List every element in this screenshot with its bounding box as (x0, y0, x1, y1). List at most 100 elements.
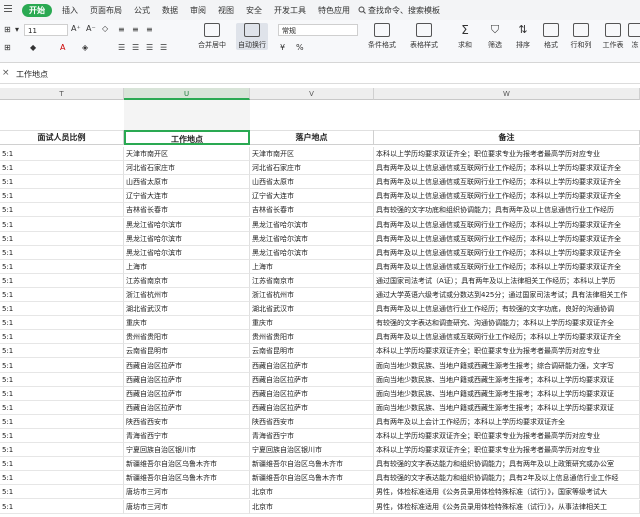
table-cell[interactable]: 5:1 (0, 175, 124, 190)
menu-tab-home[interactable]: 开始 (22, 3, 52, 17)
table-cell[interactable]: 具有较强的文字表达能力和组织协调能力；具有两年及以上政策研究或办公室 (374, 457, 640, 472)
wrap-text-button[interactable]: 自动换行 (236, 23, 268, 50)
table-cell[interactable]: 5:1 (0, 499, 124, 514)
distributed-align-icon[interactable]: ☰ (160, 43, 167, 52)
table-cell[interactable]: 5:1 (0, 273, 124, 288)
table-cell[interactable]: 本科以上学历均要求双证齐全；职位要求专业为报考者最高学历对应专业 (374, 147, 640, 161)
table-cell[interactable]: 青海省西宁市 (124, 429, 250, 443)
table-cell[interactable]: 吉林省长春市 (250, 203, 374, 218)
align-middle-icon[interactable]: ≡ (132, 25, 139, 34)
table-cell[interactable]: 西藏自治区拉萨市 (124, 386, 250, 401)
table-cell[interactable]: 黑龙江省哈尔滨市 (124, 217, 250, 232)
table-cell[interactable]: 面向当地少数民族、当地户籍或西藏生源考生报考；综合调研能力强，文字写 (374, 358, 640, 373)
borders-icon[interactable]: ⊞ (4, 25, 11, 34)
table-cell[interactable]: 5:1 (0, 400, 124, 415)
table-cell[interactable]: 黑龙江省哈尔滨市 (250, 245, 374, 260)
sort-button[interactable]: ⇅ 排序 (510, 23, 536, 50)
table-cell[interactable]: 具有两年及以上信息通信行业工作经历；有较强的文字功底，良好的沟通协调 (374, 302, 640, 317)
menu-tab-formulas[interactable]: 公式 (128, 5, 156, 16)
menu-tab-page-layout[interactable]: 页面布局 (84, 5, 128, 16)
menu-tab-features[interactable]: 特色应用 (312, 5, 356, 16)
header-registration-location[interactable]: 落户地点 (250, 130, 374, 145)
align-center-icon[interactable]: ☰ (132, 43, 139, 52)
header-remarks[interactable]: 备注 (374, 130, 640, 145)
table-cell[interactable]: 黑龙江省哈尔滨市 (124, 245, 250, 260)
table-cell[interactable]: 天津市南开区 (124, 147, 250, 161)
table-cell[interactable]: 男性，体检标准适用《公务员录用体检特殊标准（试行）》，从事法律相关工 (374, 499, 640, 514)
table-cell[interactable]: 西藏自治区拉萨市 (250, 372, 374, 387)
eraser-icon[interactable]: ◈ (82, 43, 88, 52)
table-cell[interactable]: 5:1 (0, 231, 124, 246)
table-cell[interactable]: 江苏省南京市 (124, 273, 250, 288)
menu-tab-insert[interactable]: 插入 (56, 5, 84, 16)
table-cell[interactable]: 本科以上学历均要求双证齐全；职位要求专业为报考者最高学历对应专业 (374, 429, 640, 443)
sum-button[interactable]: Σ 求和 (452, 23, 478, 50)
table-cell[interactable]: 5:1 (0, 471, 124, 486)
table-cell[interactable]: 新疆维吾尔自治区乌鲁木齐市 (124, 471, 250, 486)
table-cell[interactable]: 通过国家司法考试（A证）；具有两年及以上法律相关工作经历；本科以上学历 (374, 273, 640, 288)
filter-button[interactable]: ⛉ 筛选 (482, 23, 508, 50)
table-cell[interactable]: 唐坊市三河市 (124, 485, 250, 500)
table-cell[interactable]: 江苏省南京市 (250, 273, 374, 288)
row-column-button[interactable]: 行和列 (566, 23, 596, 50)
column-header-u[interactable]: U (124, 88, 250, 100)
table-cell[interactable]: 5:1 (0, 457, 124, 472)
increase-font-icon[interactable]: A⁺ (71, 24, 81, 33)
table-cell[interactable]: 陕西省西安市 (250, 414, 374, 429)
table-cell[interactable]: 湖北省武汉市 (250, 302, 374, 317)
decrease-font-icon[interactable]: A⁻ (86, 24, 96, 33)
table-cell[interactable]: 山西省太原市 (250, 175, 374, 190)
worksheet-button[interactable]: 工作表 (598, 23, 628, 50)
table-cell[interactable]: 具有两年及以上信息通信或互联网行业工作经历；本科以上学历均要求双证齐全 (374, 259, 640, 274)
menu-tab-security[interactable]: 安全 (240, 5, 268, 16)
table-cell[interactable]: 北京市 (250, 499, 374, 514)
formula-input[interactable]: 工作地点 (16, 69, 48, 80)
table-cell[interactable]: 具有两年及以上信息通信或互联网行业工作经历；本科以上学历均要求双证齐全 (374, 330, 640, 345)
align-left-icon[interactable]: ☰ (118, 43, 125, 52)
header-interview-ratio[interactable]: 面试人员比例 (0, 130, 124, 145)
table-cell[interactable]: 上海市 (250, 259, 374, 274)
fill-color-icon[interactable]: ◆ (30, 43, 36, 52)
table-cell[interactable]: 面向当地少数民族、当地户籍或西藏生源考生报考；本科以上学历均要求双证 (374, 372, 640, 387)
table-cell[interactable]: 5:1 (0, 316, 124, 331)
column-header-t[interactable]: T (0, 88, 124, 100)
table-cell[interactable]: 辽宁省大连市 (124, 189, 250, 204)
table-cell[interactable]: 具有两年及以上信息通信或互联网行业工作经历；本科以上学历均要求双证齐全 (374, 175, 640, 190)
table-cell[interactable]: 5:1 (0, 386, 124, 401)
align-top-icon[interactable]: ≡ (118, 25, 125, 34)
align-bottom-icon[interactable]: ≡ (146, 25, 153, 34)
table-cell[interactable]: 5:1 (0, 259, 124, 274)
font-color-icon[interactable]: A (60, 43, 65, 52)
table-cell[interactable]: 5:1 (0, 161, 124, 176)
table-cell[interactable]: 唐坊市三河市 (124, 499, 250, 514)
table-cell[interactable]: 男性，体检标准适用《公务员录用体检特殊标准（试行）》，国家等级考试大 (374, 485, 640, 500)
table-cell[interactable]: 西藏自治区拉萨市 (250, 386, 374, 401)
table-cell[interactable]: 浙江省杭州市 (124, 288, 250, 302)
table-cell[interactable]: 具有两年及以上信息通信或互联网行业工作经历；本科以上学历均要求双证齐全 (374, 189, 640, 204)
table-cell[interactable]: 西藏自治区拉萨市 (250, 358, 374, 373)
number-format-select[interactable]: 常规 (278, 24, 358, 36)
table-cell[interactable]: 5:1 (0, 443, 124, 458)
table-cell[interactable]: 天津市南开区 (250, 147, 374, 161)
table-cell[interactable]: 面向当地少数民族、当地户籍或西藏生源考生报考；本科以上学历均要求双证 (374, 400, 640, 415)
table-cell[interactable]: 西藏自治区拉萨市 (124, 372, 250, 387)
table-cell[interactable]: 贵州省贵阳市 (124, 330, 250, 345)
table-cell[interactable]: 西藏自治区拉萨市 (124, 400, 250, 415)
table-cell[interactable]: 黑龙江省哈尔滨市 (250, 231, 374, 246)
menu-tab-developer[interactable]: 开发工具 (268, 5, 312, 16)
menu-tab-review[interactable]: 审阅 (184, 5, 212, 16)
table-cell[interactable]: 5:1 (0, 358, 124, 373)
table-cell[interactable]: 具有较强的文字表达能力和组织协调能力；具有2年及以上信息通信行业工作经 (374, 471, 640, 486)
table-cell[interactable]: 5:1 (0, 330, 124, 345)
table-cell[interactable]: 5:1 (0, 245, 124, 260)
table-cell[interactable]: 新疆维吾尔自治区乌鲁木齐市 (250, 457, 374, 472)
table-cell[interactable]: 新疆维吾尔自治区乌鲁木齐市 (124, 457, 250, 472)
table-cell[interactable]: 青海省西宁市 (250, 429, 374, 443)
table-cell[interactable]: 宁夏回族自治区银川市 (124, 443, 250, 458)
table-cell[interactable]: 面向当地少数民族、当地户籍或西藏生源考生报考；本科以上学历均要求双证 (374, 386, 640, 401)
freeze-button[interactable]: 冻 (628, 23, 640, 50)
header-work-location[interactable]: 工作地点 (124, 130, 250, 145)
conditional-format-button[interactable]: 条件格式 (366, 23, 398, 50)
table-cell[interactable]: 新疆维吾尔自治区乌鲁木齐市 (250, 471, 374, 486)
table-cell[interactable]: 具有两年及以上信息通信或互联网行业工作经历；本科以上学历均要求双证齐全 (374, 231, 640, 246)
